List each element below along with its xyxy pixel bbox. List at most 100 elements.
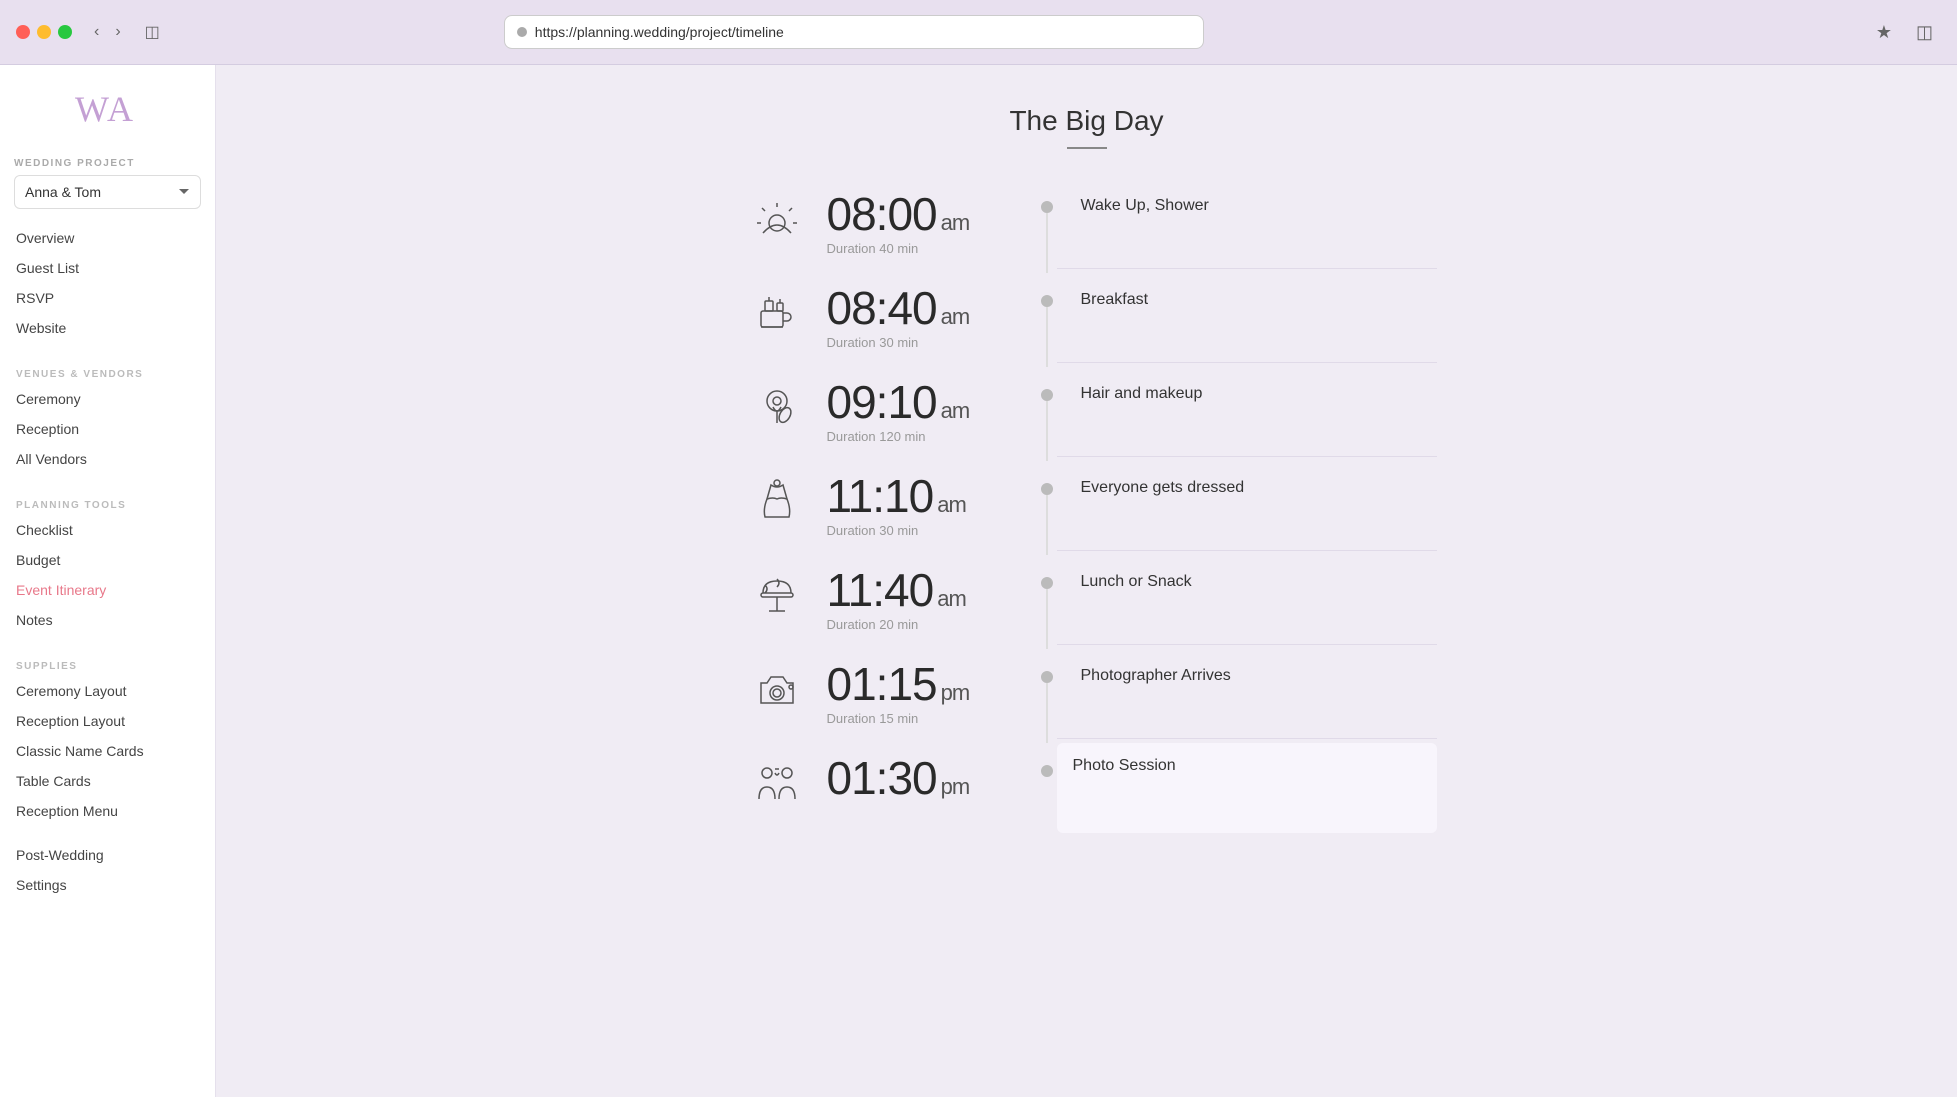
sidebar-item-notes[interactable]: Notes: [0, 605, 215, 635]
planning-section-title: PLANNING TOOLS: [0, 500, 215, 511]
timeline-line-photographer: [1046, 683, 1048, 743]
sidebar-item-website[interactable]: Website: [0, 313, 215, 343]
timeline-line-wake-up: [1046, 213, 1048, 273]
dot-col-breakfast: [1037, 273, 1057, 367]
timeline-dot-dressed: [1041, 483, 1053, 495]
dress-icon: [755, 479, 799, 523]
time-hair-makeup: 09:10am: [827, 379, 1017, 425]
makeup-icon: [755, 385, 799, 429]
event-name-photographer: Photographer Arrives: [1081, 667, 1437, 685]
time-col-dressed: 11:10am Duration 30 min: [817, 461, 1037, 538]
timeline-item-wake-up: 08:00am Duration 40 min Wake Up, Shower: [737, 179, 1437, 273]
event-col-hair-makeup: Hair and makeup: [1057, 367, 1437, 457]
sidebar-item-reception-layout[interactable]: Reception Layout: [0, 706, 215, 736]
timeline-dot-hair-makeup: [1041, 389, 1053, 401]
timeline-line-dressed: [1046, 495, 1048, 555]
sidebar-item-classic-name-cards[interactable]: Classic Name Cards: [0, 736, 215, 766]
sidebar-item-guest-list[interactable]: Guest List: [0, 253, 215, 283]
sidebar-item-all-vendors[interactable]: All Vendors: [0, 444, 215, 474]
sidebar-item-reception-menu[interactable]: Reception Menu: [0, 796, 215, 826]
title-divider: [1067, 147, 1107, 149]
time-col-lunch: 11:40am Duration 20 min: [817, 555, 1037, 632]
sidebar-item-event-itinerary[interactable]: Event Itinerary: [0, 575, 215, 605]
sidebar-item-rsvp[interactable]: RSVP: [0, 283, 215, 313]
sidebar-item-ceremony-layout[interactable]: Ceremony Layout: [0, 676, 215, 706]
sidebar-item-post-wedding[interactable]: Post-Wedding: [0, 840, 215, 870]
camera-icon: [755, 667, 799, 711]
maximize-button[interactable]: [58, 25, 72, 39]
icon-col-photo-session: [737, 743, 817, 805]
timeline-dot-photographer: [1041, 671, 1053, 683]
time-photo-session: 01:30pm: [827, 755, 1017, 801]
icon-col-dressed: [737, 461, 817, 523]
svg-text:WA: WA: [75, 89, 135, 127]
timeline-line-breakfast: [1046, 307, 1048, 367]
event-name-wake-up: Wake Up, Shower: [1081, 197, 1437, 215]
event-name-breakfast: Breakfast: [1081, 291, 1437, 309]
sidebar-item-table-cards[interactable]: Table Cards: [0, 766, 215, 796]
sidebar-item-overview[interactable]: Overview: [0, 223, 215, 253]
sunrise-icon: [755, 197, 799, 241]
event-name-hair-makeup: Hair and makeup: [1081, 385, 1437, 403]
sidebar-item-checklist[interactable]: Checklist: [0, 515, 215, 545]
browser-chrome: ‹ › ◫ https://planning.wedding/project/t…: [0, 0, 1957, 65]
dot-col-photo-session: [1037, 743, 1057, 777]
sidebar-item-reception[interactable]: Reception: [0, 414, 215, 444]
time-col-wake-up: 08:00am Duration 40 min: [817, 179, 1037, 256]
event-col-lunch: Lunch or Snack: [1057, 555, 1437, 645]
nav-section-bottom: Post-Wedding Settings: [0, 840, 215, 900]
time-wake-up: 08:00am: [827, 191, 1017, 237]
timeline-dot-photo-session: [1041, 765, 1053, 777]
bookmark-button[interactable]: ★: [1868, 20, 1900, 45]
sidebar: WA WEDDING PROJECT Anna & Tom Overview G…: [0, 65, 216, 1097]
icon-col-wake-up: [737, 179, 817, 241]
time-breakfast: 08:40am: [827, 285, 1017, 331]
event-col-photographer: Photographer Arrives: [1057, 649, 1437, 739]
sidebar-item-budget[interactable]: Budget: [0, 545, 215, 575]
sidebar-item-ceremony[interactable]: Ceremony: [0, 384, 215, 414]
time-col-photographer: 01:15pm Duration 15 min: [817, 649, 1037, 726]
duration-breakfast: Duration 30 min: [827, 335, 1017, 350]
dot-col-photographer: [1037, 649, 1057, 743]
nav-section-planning: PLANNING TOOLS Checklist Budget Event It…: [0, 488, 215, 635]
project-select[interactable]: Anna & Tom: [14, 175, 201, 209]
minimize-button[interactable]: [37, 25, 51, 39]
duration-dressed: Duration 30 min: [827, 523, 1017, 538]
address-bar[interactable]: https://planning.wedding/project/timelin…: [504, 15, 1204, 49]
duration-photographer: Duration 15 min: [827, 711, 1017, 726]
sidebar-item-settings[interactable]: Settings: [0, 870, 215, 900]
url-text: https://planning.wedding/project/timelin…: [535, 24, 784, 40]
forward-button[interactable]: ›: [109, 21, 126, 43]
sidebar-toggle-button[interactable]: ◫: [139, 20, 166, 44]
dot-col-dressed: [1037, 461, 1057, 555]
icon-col-hair-makeup: [737, 367, 817, 429]
main-content: The Big Day: [216, 65, 1957, 1097]
dot-col-lunch: [1037, 555, 1057, 649]
close-button[interactable]: [16, 25, 30, 39]
event-col-photo-session: Photo Session: [1057, 743, 1437, 833]
timeline-item-breakfast: 08:40am Duration 30 min Breakfast: [737, 273, 1437, 367]
browser-actions: ★ ◫: [1868, 20, 1941, 45]
split-view-button[interactable]: ◫: [1908, 20, 1941, 45]
timeline: 08:00am Duration 40 min Wake Up, Shower: [737, 179, 1437, 833]
traffic-lights: [16, 25, 72, 39]
back-button[interactable]: ‹: [88, 21, 105, 43]
venues-section-title: VENUES & VENDORS: [0, 369, 215, 380]
time-col-breakfast: 08:40am Duration 30 min: [817, 273, 1037, 350]
duration-lunch: Duration 20 min: [827, 617, 1017, 632]
event-col-breakfast: Breakfast: [1057, 273, 1437, 363]
people-photo-icon: [755, 761, 799, 805]
nav-section-supplies: SUPPLIES Ceremony Layout Reception Layou…: [0, 649, 215, 826]
time-photographer: 01:15pm: [827, 661, 1017, 707]
timeline-dot-lunch: [1041, 577, 1053, 589]
icon-col-lunch: [737, 555, 817, 617]
coffee-icon: [755, 291, 799, 335]
timeline-line-hair-makeup: [1046, 401, 1048, 461]
event-col-wake-up: Wake Up, Shower: [1057, 179, 1437, 269]
nav-section-main: Overview Guest List RSVP Website: [0, 223, 215, 343]
time-col-photo-session: 01:30pm: [817, 743, 1037, 805]
event-name-dressed: Everyone gets dressed: [1081, 479, 1437, 497]
page-title-area: The Big Day: [276, 105, 1897, 149]
icon-col-photographer: [737, 649, 817, 711]
timeline-item-dressed: 11:10am Duration 30 min Everyone gets dr…: [737, 461, 1437, 555]
